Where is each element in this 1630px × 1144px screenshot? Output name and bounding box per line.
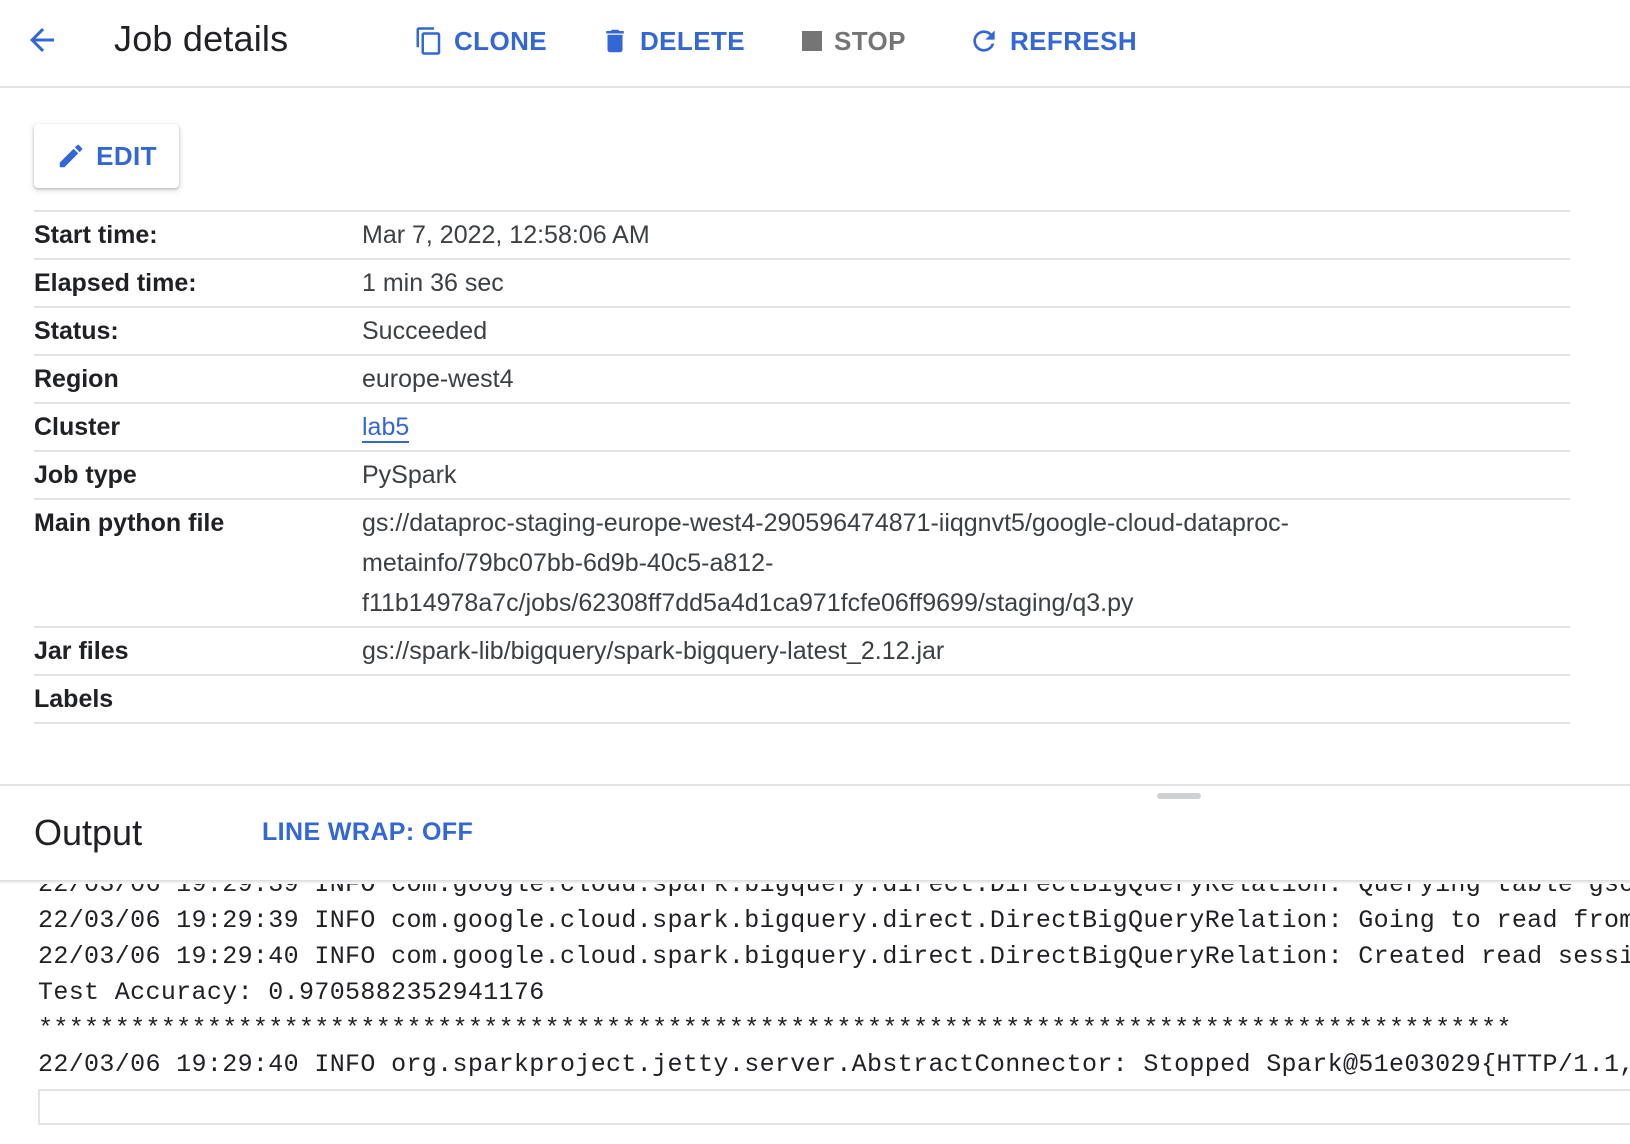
output-title: Output bbox=[34, 812, 143, 853]
detail-key: Labels bbox=[34, 685, 114, 713]
clone-icon bbox=[416, 27, 441, 55]
detail-row-job-type: Job type PySpark bbox=[34, 452, 1570, 500]
start-time-value: Mar 7, 2022, 12:58:06 AM bbox=[362, 221, 650, 249]
refresh-label: REFRESH bbox=[1010, 25, 1138, 56]
toolbar: Job details CLONE DELETE STOP REFRESH bbox=[0, 0, 1630, 88]
detail-key: Start time: bbox=[34, 221, 158, 249]
detail-row-main-python-file: Main python file gs://dataproc-staging-e… bbox=[34, 500, 1570, 628]
job-details-table: Start time: Mar 7, 2022, 12:58:06 AM Ela… bbox=[34, 210, 1570, 724]
elapsed-time-value: 1 min 36 sec bbox=[362, 269, 504, 297]
log-line: 22/03/06 19:29:40 INFO org.sparkproject.… bbox=[38, 1050, 1630, 1079]
log-line: 22/03/06 19:29:39 INFO com.google.cloud.… bbox=[38, 906, 1630, 935]
detail-row-cluster: Cluster lab5 bbox=[34, 404, 1570, 452]
refresh-icon bbox=[973, 30, 995, 52]
region-value: europe-west4 bbox=[362, 365, 514, 393]
edit-label: EDIT bbox=[96, 140, 157, 171]
status-value: Succeeded bbox=[362, 317, 488, 345]
cluster-link[interactable]: lab5 bbox=[362, 413, 410, 443]
delete-label: DELETE bbox=[640, 25, 745, 56]
detail-row-region: Region europe-west4 bbox=[34, 356, 1570, 404]
detail-key: Jar files bbox=[34, 637, 129, 665]
detail-key: Cluster bbox=[34, 413, 121, 441]
detail-row-start-time: Start time: Mar 7, 2022, 12:58:06 AM bbox=[34, 212, 1570, 260]
refresh-button[interactable]: REFRESH bbox=[968, 22, 1137, 60]
path-line: f11b14978a7c/jobs/62308ff7dd5a4d1ca971fc… bbox=[362, 589, 1134, 617]
detail-row-status: Status: Succeeded bbox=[34, 308, 1570, 356]
detail-row-elapsed-time: Elapsed time: 1 min 36 sec bbox=[34, 260, 1570, 308]
detail-key: Main python file bbox=[34, 509, 225, 537]
line-wrap-toggle[interactable]: LINE WRAP: OFF bbox=[262, 818, 473, 847]
trash-icon bbox=[606, 29, 624, 53]
cluster-value-cell: lab5 bbox=[362, 404, 1570, 450]
page-title: Job details bbox=[114, 18, 289, 59]
log-line: 22/03/06 19:29:40 INFO com.google.cloud.… bbox=[38, 942, 1630, 971]
log-line: Test Accuracy: 0.9705882352941176 bbox=[38, 978, 545, 1007]
path-line: gs://dataproc-staging-europe-west4-29059… bbox=[362, 509, 1289, 537]
stop-icon bbox=[802, 31, 822, 51]
log-end-box bbox=[38, 1089, 1630, 1125]
stop-button[interactable]: STOP bbox=[800, 22, 906, 60]
edit-button[interactable]: EDIT bbox=[34, 124, 179, 188]
pencil-icon bbox=[59, 144, 83, 168]
detail-key: Elapsed time: bbox=[34, 269, 197, 297]
back-button[interactable] bbox=[20, 18, 64, 62]
clone-button[interactable]: CLONE bbox=[414, 22, 547, 60]
labels-value bbox=[362, 676, 1570, 692]
job-type-value: PySpark bbox=[362, 461, 457, 489]
jar-files-value: gs://spark-lib/bigquery/spark-bigquery-l… bbox=[362, 637, 945, 665]
main-python-file-value: gs://dataproc-staging-europe-west4-29059… bbox=[362, 500, 1570, 626]
detail-key: Region bbox=[34, 365, 119, 393]
stop-label: STOP bbox=[834, 25, 906, 56]
clone-label: CLONE bbox=[454, 25, 547, 56]
detail-key: Status: bbox=[34, 317, 119, 345]
output-log[interactable]: 22/03/06 19:29:39 INFO com.google.cloud.… bbox=[0, 884, 1630, 1144]
log-line: 22/03/06 19:29:39 INFO com.google.cloud.… bbox=[38, 884, 1630, 899]
log-line: ****************************************… bbox=[38, 1014, 1512, 1043]
detail-row-jar-files: Jar files gs://spark-lib/bigquery/spark-… bbox=[34, 628, 1570, 676]
arrow-back-icon bbox=[30, 28, 54, 52]
path-line: metainfo/79bc07bb-6d9b-40c5-a812- bbox=[362, 549, 774, 577]
detail-key: Job type bbox=[34, 461, 137, 489]
output-header-shadow bbox=[0, 880, 1630, 884]
delete-button[interactable]: DELETE bbox=[600, 22, 745, 60]
detail-row-labels: Labels bbox=[34, 676, 1570, 724]
resize-handle[interactable] bbox=[1157, 793, 1201, 799]
panel-divider bbox=[0, 784, 1630, 786]
